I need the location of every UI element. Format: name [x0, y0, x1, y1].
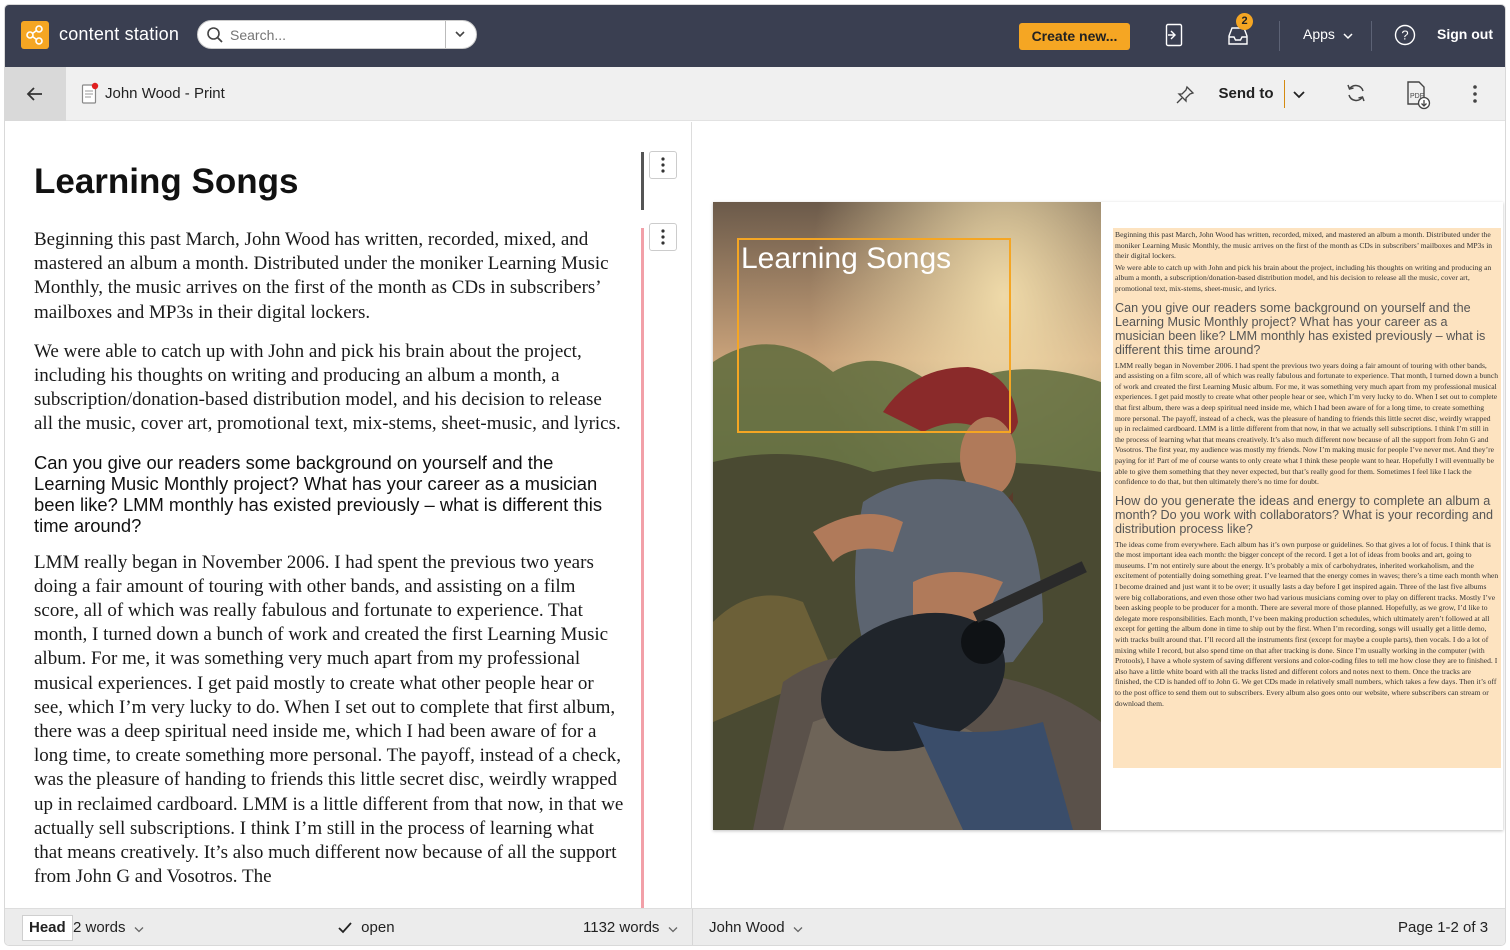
back-button[interactable]: [5, 67, 66, 121]
search-icon: [206, 26, 224, 49]
chevron-down-icon: [134, 920, 144, 937]
chevron-down-icon: [668, 920, 678, 937]
preview-paragraph: LMM really began in November 2006. I had…: [1115, 360, 1499, 487]
more-options-icon[interactable]: [1471, 84, 1479, 111]
page-indicator: Page 1-2 of 3: [1398, 919, 1489, 936]
chevron-down-icon[interactable]: [453, 26, 467, 47]
article-text-frame[interactable]: Beginning this past March, John Wood has…: [1113, 228, 1501, 768]
search-divider: [445, 21, 446, 48]
help-icon[interactable]: ?: [1394, 24, 1416, 51]
component-menu-button[interactable]: [649, 223, 677, 251]
svg-text:?: ?: [1401, 28, 1408, 43]
document-header: John Wood - Print Send to PDF: [5, 67, 1505, 121]
preview-subhead: Can you give our readers some background…: [1115, 300, 1486, 357]
more-options-icon: [661, 229, 665, 245]
send-to-label: Send to: [1218, 85, 1274, 102]
create-new-button[interactable]: Create new...: [1019, 23, 1130, 50]
divider: [692, 909, 693, 945]
article-body[interactable]: Beginning this past March, John Wood has…: [34, 228, 624, 904]
paragraph-style-selector[interactable]: Head: [22, 915, 73, 941]
preview-subhead: How do you generate the ideas and energy…: [1115, 493, 1493, 536]
selection-word-count[interactable]: 2 words: [73, 919, 144, 937]
checkmark-icon: [337, 919, 353, 936]
app-window: content station Create new... 2 Apps ?: [5, 5, 1505, 945]
pin-icon[interactable]: [1175, 85, 1195, 110]
top-bar: content station Create new... 2 Apps ?: [5, 5, 1505, 67]
app-logo-icon[interactable]: [21, 21, 49, 49]
chevron-down-icon: [1343, 27, 1353, 43]
search-box[interactable]: [197, 20, 477, 49]
open-document-icon[interactable]: [1165, 23, 1183, 52]
sign-out-button[interactable]: Sign out: [1437, 26, 1493, 42]
paragraph[interactable]: LMM really began in November 2006. I had…: [34, 551, 624, 890]
preview-paragraph: We were able to catch up with John and p…: [1115, 262, 1492, 293]
layout-preview-pane[interactable]: Learning Songs Beginning this past March…: [693, 122, 1505, 908]
paragraph[interactable]: We were able to catch up with John and p…: [34, 340, 624, 437]
divider: [1279, 21, 1280, 51]
author-label: John Wood: [709, 919, 785, 936]
text-editor-pane[interactable]: Learning Songs Beginning this past March…: [5, 122, 692, 908]
apps-label: Apps: [1303, 26, 1335, 42]
search-input[interactable]: [230, 27, 430, 43]
chevron-down-icon: [793, 920, 803, 937]
preview-title: Learning Songs: [741, 242, 952, 275]
state-label: open: [361, 919, 395, 936]
arrow-left-icon: [26, 87, 42, 101]
chevron-down-icon[interactable]: [1285, 80, 1313, 108]
preview-paragraph: Beginning this past March, John Wood has…: [1115, 230, 1493, 261]
total-word-count[interactable]: 1132 words: [583, 919, 678, 937]
document-state[interactable]: open: [337, 919, 395, 936]
document-title: John Wood - Print: [105, 85, 225, 102]
more-options-icon: [661, 157, 665, 173]
inbox-badge: 2: [1236, 13, 1253, 30]
pdf-download-icon[interactable]: PDF: [1405, 80, 1431, 115]
paragraph[interactable]: Beginning this past March, John Wood has…: [34, 228, 624, 325]
cover-photo[interactable]: Learning Songs: [713, 202, 1101, 830]
author-selector[interactable]: John Wood: [709, 919, 803, 937]
app-name: content station: [59, 24, 180, 44]
head-component-marker: [641, 152, 644, 210]
page-spread[interactable]: Learning Songs Beginning this past March…: [713, 202, 1503, 830]
refresh-icon[interactable]: [1345, 82, 1367, 109]
article-heading[interactable]: Learning Songs: [34, 162, 298, 202]
document-icon: [81, 82, 99, 111]
total-words-label: 1132 words: [583, 919, 660, 936]
preview-paragraph: The ideas come from everywhere. Each alb…: [1115, 539, 1499, 708]
component-menu-button[interactable]: [649, 151, 677, 179]
selection-words-label: 2 words: [73, 919, 126, 936]
body-component-marker: [641, 228, 644, 908]
status-bar: Head 2 words open 1132 words John Wood P…: [5, 908, 1505, 945]
divider: [1371, 21, 1372, 51]
apps-menu[interactable]: Apps: [1303, 26, 1353, 43]
question-subhead[interactable]: Can you give our readers some background…: [34, 452, 624, 536]
